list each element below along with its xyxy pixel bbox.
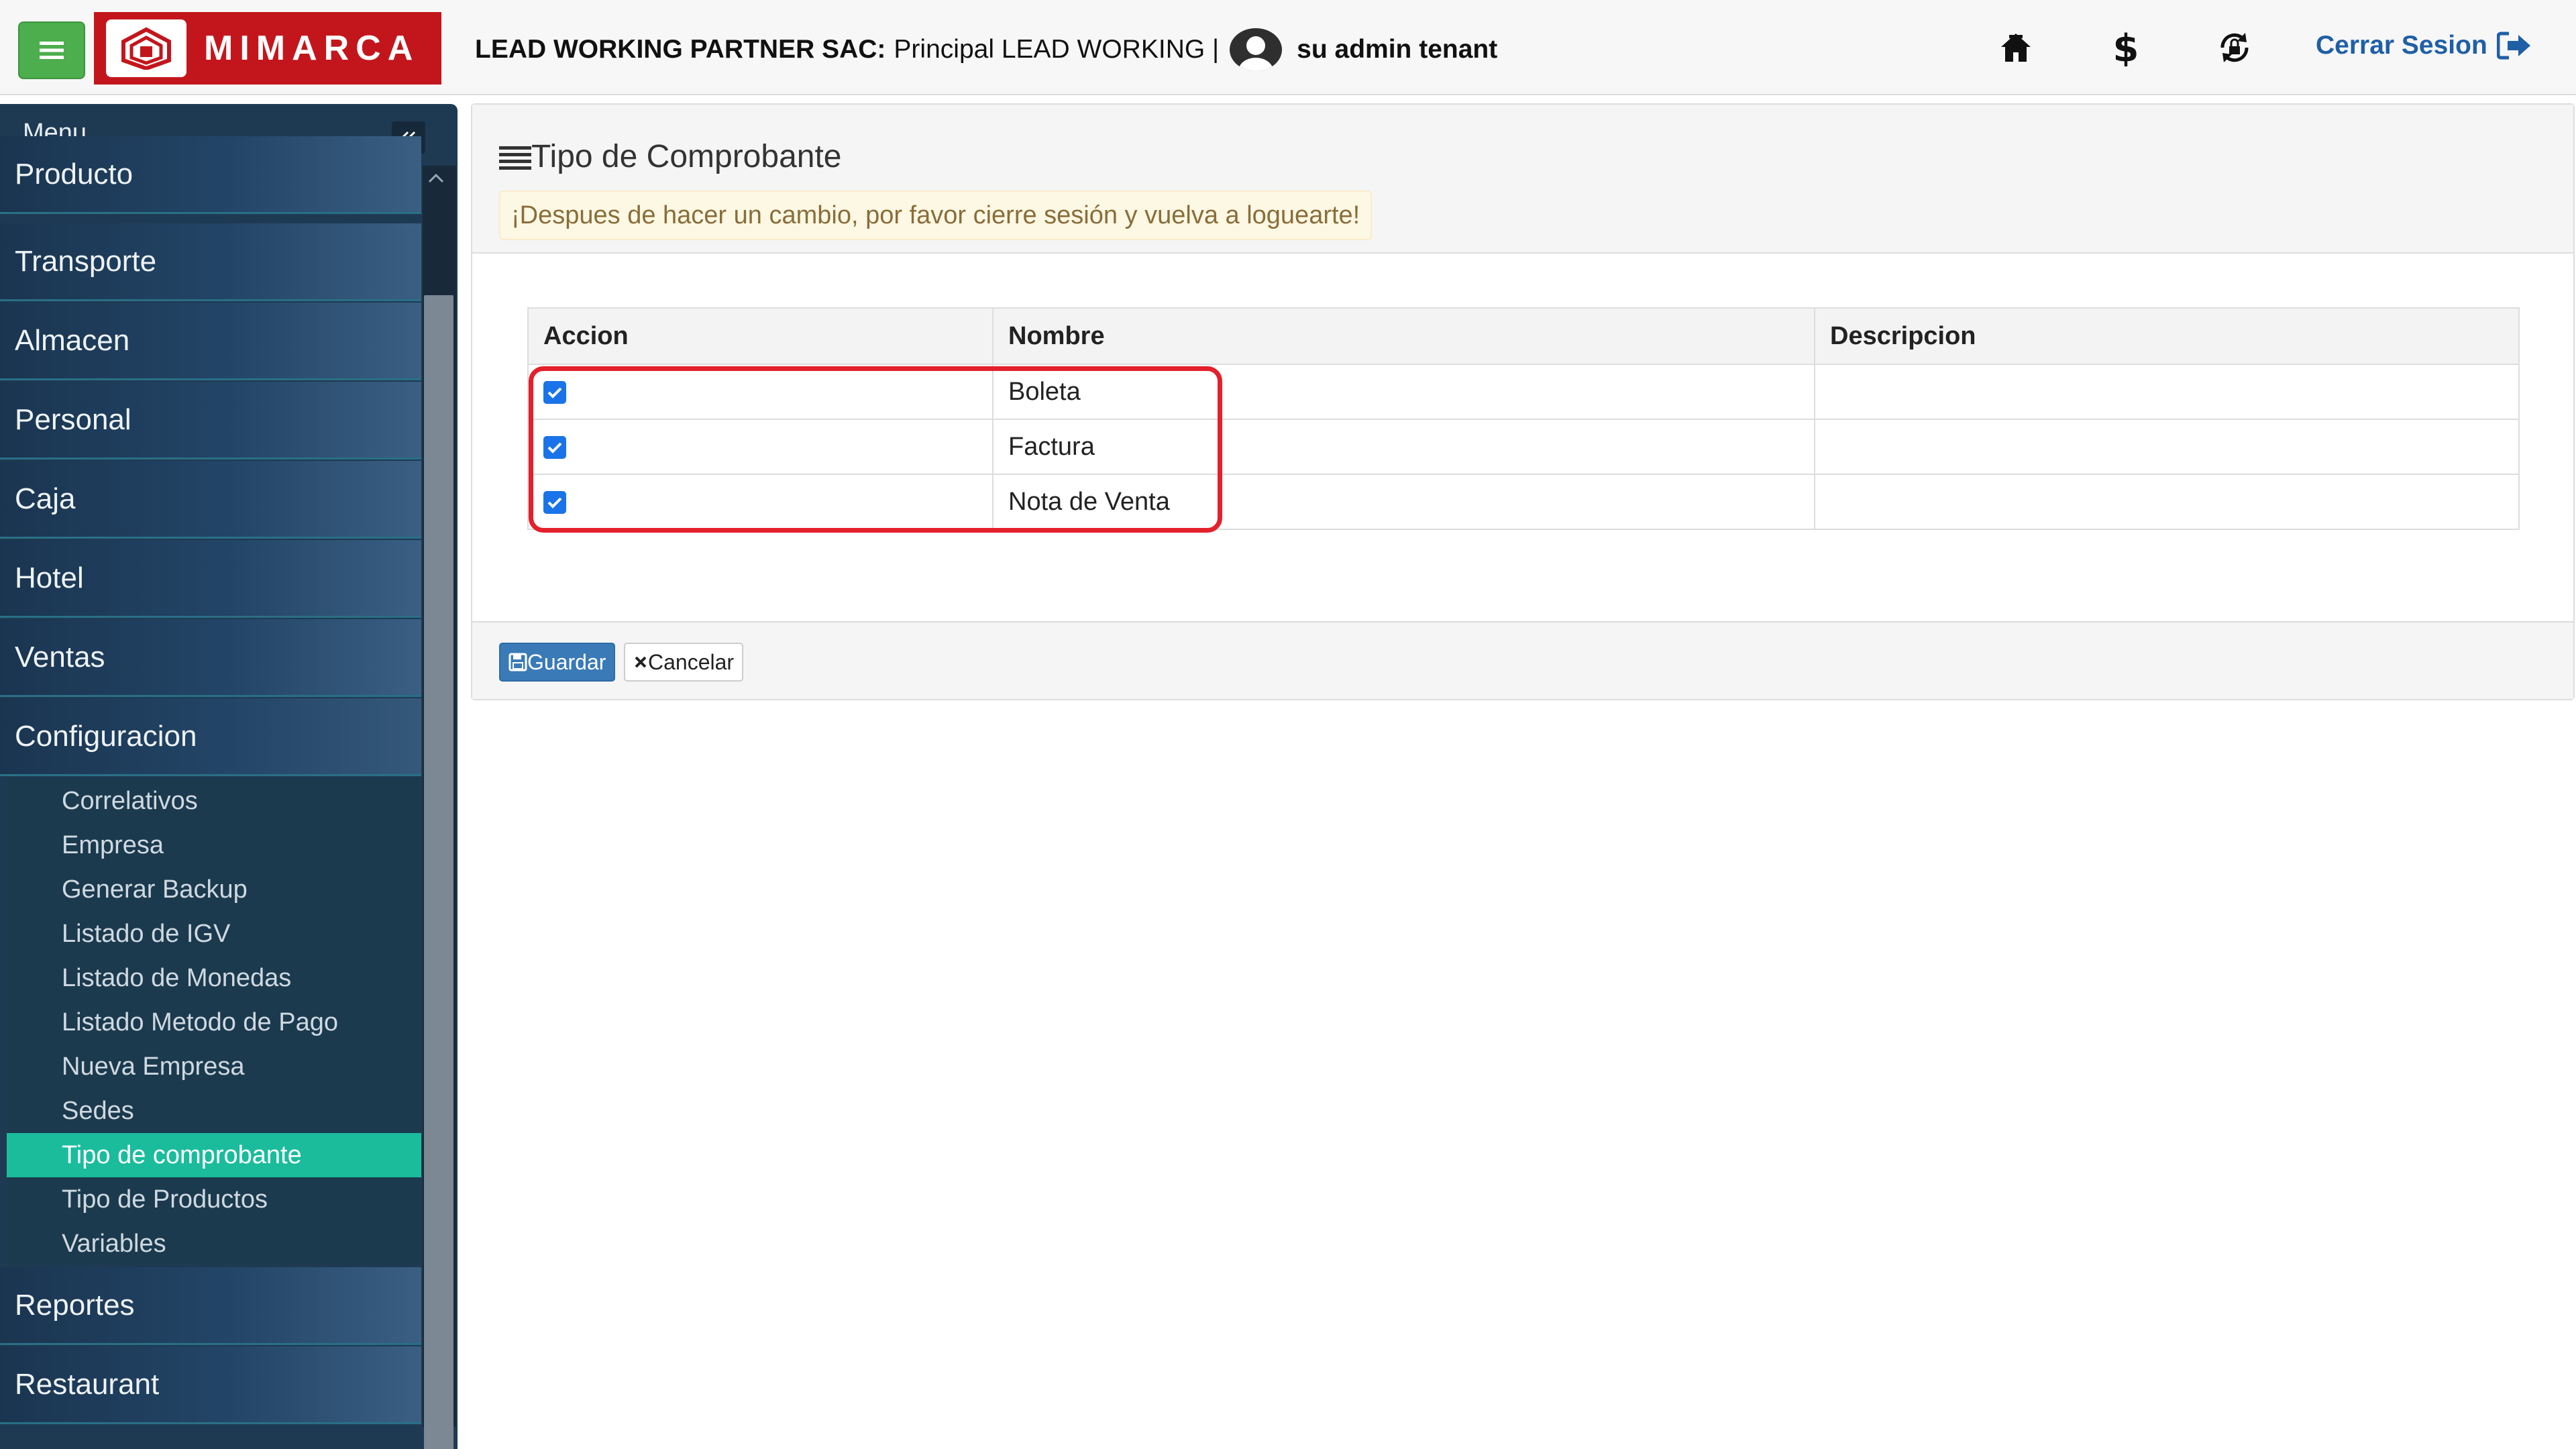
sidebar-item-almacen[interactable]: Almacen [0,303,421,380]
submenu-item-nueva-empresa[interactable]: Nueva Empresa [7,1044,421,1089]
check-icon [547,443,562,454]
row-nombre-cell: Factura [992,419,1815,475]
lock-cycle-icon [2220,33,2249,62]
logout-icon [2496,32,2530,60]
row-action-cell [527,474,994,530]
logout-label: Cerrar Sesion [2316,31,2487,60]
row-descripcion-cell [1814,474,2520,530]
column-header-accion: Accion [527,307,994,365]
warning-alert: ¡Despues de hacer un cambio, por favor c… [499,191,1373,240]
sidebar-scrollbar-thumb[interactable] [424,295,453,1449]
sidebar-item-hotel[interactable]: Hotel [0,540,421,618]
submenu-item-listado-monedas[interactable]: Listado de Monedas [7,956,421,1000]
row-nombre-cell: Nota de Venta [992,474,1815,530]
row-descripcion-cell [1814,364,2520,420]
sidebar-item-configuracion[interactable]: Configuracion [0,698,421,776]
svg-text:$: $ [2113,29,2139,66]
submenu-item-correlativos[interactable]: Correlativos [7,779,421,823]
dollar-icon: $ [2113,29,2139,66]
table-row: Factura [527,419,2520,475]
column-header-nombre: Nombre [992,307,1815,365]
scroll-up-icon[interactable] [427,171,445,184]
top-navbar: MIMARCA LEAD WORKING PARTNER SAC: Princi… [0,0,2576,95]
column-header-descripcion: Descripcion [1814,307,2520,365]
table-row: Boleta [527,364,2520,420]
brand-logo[interactable]: MIMARCA [94,12,441,85]
sidebar-item-transporte[interactable]: Transporte [0,223,421,301]
billing-button[interactable]: $ [2102,25,2149,70]
submenu-item-tipo-comprobante[interactable]: Tipo de comprobante [7,1133,421,1177]
row-nombre-cell: Boleta [992,364,1815,420]
brand-name: MIMARCA [204,29,420,68]
page-title: Tipo de Comprobante [499,138,842,175]
sidebar: Menu Producto Transporte Almacen Persona… [0,104,458,1449]
branch-name: Principal LEAD WORKING | [894,35,1220,64]
brand-mark-icon [106,19,186,77]
sidebar-item-personal[interactable]: Personal [0,382,421,460]
submenu-item-generar-backup[interactable]: Generar Backup [7,867,421,912]
comprobante-table: Accion Nombre Descripcion Boleta Factura… [527,307,2520,530]
factura-checkbox[interactable] [543,436,566,460]
avatar[interactable] [1230,28,1283,71]
floppy-icon [508,653,527,672]
list-icon [499,146,531,170]
panel-header: Tipo de Comprobante ¡Despues de hacer un… [472,105,2573,254]
user-icon [1238,36,1274,71]
sidebar-item-ventas[interactable]: Ventas [0,619,421,697]
save-button[interactable]: Guardar [499,643,616,682]
check-icon [547,388,562,399]
submenu-item-metodo-pago[interactable]: Listado Metodo de Pago [7,1000,421,1044]
sidebar-item-caja[interactable]: Caja [0,461,421,539]
table-row: Nota de Venta [527,474,2520,530]
row-descripcion-cell [1814,419,2520,475]
sidebar-item-producto[interactable]: Producto [0,136,421,214]
submenu-item-tipo-productos[interactable]: Tipo de Productos [7,1177,421,1222]
lock-session-button[interactable] [2211,25,2258,70]
hamburger-icon [40,42,64,59]
logout-button[interactable]: Cerrar Sesion [2316,25,2532,66]
save-label: Guardar [527,649,606,674]
cancel-label: Cancelar [648,649,735,674]
submenu-item-empresa[interactable]: Empresa [7,823,421,867]
home-icon [2001,34,2031,62]
cancel-button[interactable]: Cancelar [624,643,744,682]
menu-toggle-button[interactable] [18,21,85,79]
submenu-item-sedes[interactable]: Sedes [7,1089,421,1133]
user-name: su admin tenant [1297,35,1498,64]
check-icon [547,498,562,509]
company-info: LEAD WORKING PARTNER SAC: Principal LEAD… [475,28,1497,71]
company-name: LEAD WORKING PARTNER SAC: [475,35,886,64]
row-action-cell [527,419,994,475]
boleta-checkbox[interactable] [543,381,566,405]
submenu-item-variables[interactable]: Variables [7,1222,421,1266]
panel-footer: Guardar Cancelar [472,621,2573,699]
home-button[interactable] [1992,25,2039,70]
table-header-row: Accion Nombre Descripcion [527,307,2520,365]
submenu-item-listado-igv[interactable]: Listado de IGV [7,912,421,956]
comprobante-panel: Tipo de Comprobante ¡Despues de hacer un… [471,103,2575,700]
close-icon [635,656,647,668]
page-title-text: Tipo de Comprobante [531,139,842,174]
row-action-cell [527,364,994,420]
sidebar-item-reportes[interactable]: Reportes [0,1267,421,1345]
nota-venta-checkbox[interactable] [543,491,566,515]
sidebar-item-restaurant[interactable]: Restaurant [0,1346,421,1424]
